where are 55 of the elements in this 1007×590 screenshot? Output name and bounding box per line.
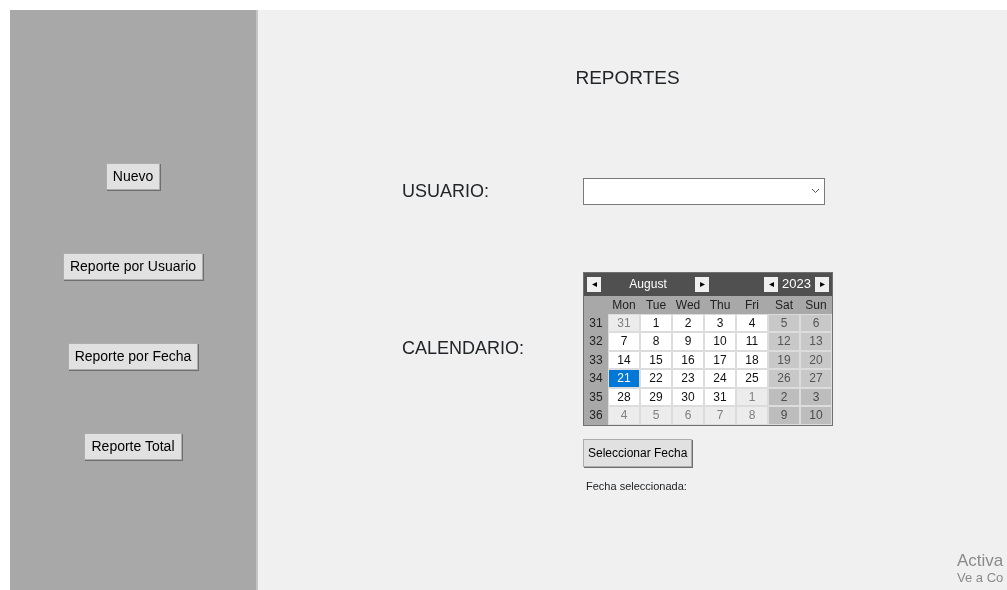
calendar-label: CALENDARIO: <box>402 337 526 360</box>
week-number: 31 <box>588 314 604 332</box>
day-cell[interactable]: 11 <box>736 332 768 351</box>
weekday-label: Wed <box>674 296 702 314</box>
sidebar-button[interactable]: Reporte por Fecha <box>67 343 199 370</box>
day-cell[interactable]: 8 <box>640 332 672 351</box>
previous-month-button[interactable]: ◂ <box>587 276 601 292</box>
week-number: 34 <box>588 370 604 388</box>
day-cell[interactable]: 22 <box>640 369 672 388</box>
previous-year-button[interactable]: ◂ <box>764 276 779 292</box>
month-label: August <box>628 276 668 293</box>
chevron-down-icon <box>811 188 820 194</box>
day-cell[interactable]: 26 <box>768 369 800 388</box>
day-cell[interactable]: 21 <box>608 369 640 388</box>
day-cell[interactable]: 7 <box>608 332 640 351</box>
day-cell[interactable]: 6 <box>800 313 832 332</box>
day-cell[interactable]: 12 <box>768 332 800 351</box>
next-year-button[interactable]: ▸ <box>815 276 829 292</box>
weekday-label: Mon <box>611 296 637 314</box>
day-cell[interactable]: 9 <box>768 406 800 425</box>
weekday-label: Tue <box>644 296 668 314</box>
year-label: 2023 <box>781 275 812 294</box>
day-cell[interactable]: 6 <box>672 406 704 425</box>
week-number: 35 <box>588 388 604 406</box>
os-notice-text: Activa <box>957 551 1004 571</box>
week-number: 33 <box>588 351 604 369</box>
user-dropdown[interactable] <box>583 177 825 205</box>
day-cell[interactable]: 3 <box>704 313 736 332</box>
day-cell[interactable]: 25 <box>736 369 768 388</box>
sidebar-button[interactable]: Reporte por Usuario <box>62 253 204 280</box>
weekday-label: Fri <box>744 296 760 314</box>
weekday-label: Sun <box>804 296 828 314</box>
os-notice-text: Ve a Co <box>957 570 1004 586</box>
weekday-label: Thu <box>708 296 732 314</box>
sidebar-button[interactable]: Nuevo <box>105 163 161 190</box>
day-cell[interactable]: 9 <box>672 332 704 351</box>
day-cell[interactable]: 10 <box>704 332 736 351</box>
select-date-button[interactable]: Seleccionar Fecha <box>583 438 693 467</box>
page-title: REPORTES <box>574 66 681 90</box>
day-cell[interactable]: 1 <box>640 313 672 332</box>
day-cell[interactable]: 4 <box>736 313 768 332</box>
next-month-button[interactable]: ▸ <box>695 276 710 292</box>
day-cell[interactable]: 27 <box>800 369 832 388</box>
day-cell[interactable]: 2 <box>672 313 704 332</box>
day-cell[interactable]: 23 <box>672 369 704 388</box>
user-label: USUARIO: <box>402 179 490 203</box>
day-cell[interactable]: 10 <box>800 406 832 425</box>
day-cell[interactable]: 5 <box>768 313 800 332</box>
week-number: 32 <box>588 333 604 351</box>
selected-date-label: Fecha seleccionada: <box>586 479 687 492</box>
day-cell[interactable]: 24 <box>704 369 736 388</box>
sidebar-button[interactable]: Reporte Total <box>84 433 182 460</box>
weekday-label: Sat <box>774 296 794 314</box>
week-number: 36 <box>588 407 604 425</box>
day-cell[interactable]: 13 <box>800 332 832 351</box>
